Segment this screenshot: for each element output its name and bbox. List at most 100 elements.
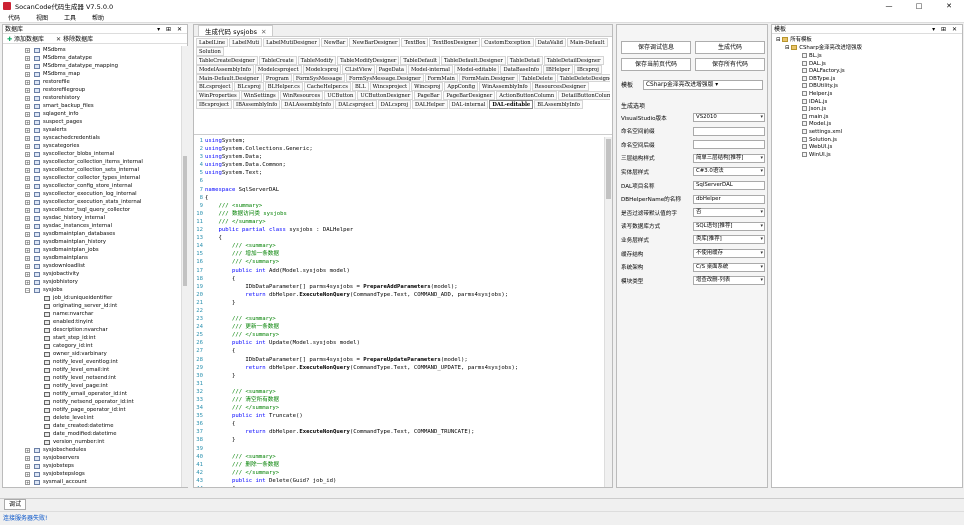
template-tab[interactable]: PageBarDesigner bbox=[443, 91, 496, 101]
database-tree-vscroll[interactable] bbox=[181, 46, 188, 487]
table-node[interactable]: + suspect_pages bbox=[3, 118, 181, 126]
expand-icon[interactable]: + bbox=[25, 247, 30, 253]
column-node[interactable]: delete_level:int bbox=[3, 414, 181, 422]
template-tab[interactable]: Wincsproject bbox=[369, 82, 411, 92]
template-tab[interactable]: BLAssemblyInfo bbox=[534, 100, 583, 110]
template-tab[interactable]: DetailButtonColumn bbox=[558, 91, 610, 101]
option-input[interactable] bbox=[693, 140, 765, 150]
table-node[interactable]: + MSdbms_datatype_mapping bbox=[3, 62, 181, 70]
template-tab[interactable]: LabelMutiDesigner bbox=[263, 38, 320, 47]
template-tab[interactable]: NewBarDesigner bbox=[349, 38, 401, 47]
template-tab[interactable]: TableDeleteDesigner bbox=[556, 73, 610, 83]
collapse-icon[interactable]: − bbox=[25, 287, 30, 293]
table-node[interactable]: + sysjobhistory bbox=[3, 278, 181, 286]
menu-view[interactable]: 视图 bbox=[28, 13, 56, 22]
table-node[interactable]: + syscollector_execution_stats_internal bbox=[3, 198, 181, 206]
template-tree-root[interactable]: ⊟ 所有模板 bbox=[776, 36, 812, 44]
template-tab[interactable]: UCButtonDesigner bbox=[357, 91, 414, 101]
column-node[interactable]: notify_level_email:int bbox=[3, 366, 181, 374]
template-tab[interactable]: NewBar bbox=[320, 38, 349, 47]
panel-pin-icon[interactable]: ▾ ⊞ ✕ bbox=[157, 25, 184, 33]
expand-icon[interactable]: + bbox=[25, 479, 30, 485]
template-tab[interactable]: PageData bbox=[375, 64, 407, 74]
expand-icon[interactable]: + bbox=[25, 255, 30, 261]
expand-icon[interactable]: + bbox=[25, 71, 30, 77]
expand-icon[interactable]: + bbox=[25, 207, 30, 213]
expand-icon[interactable]: + bbox=[25, 103, 30, 109]
template-select[interactable]: CSharp金泽亮改进增强版 ▾ bbox=[643, 79, 763, 90]
close-button[interactable]: ✕ bbox=[934, 0, 964, 12]
table-node[interactable]: + MSdbms bbox=[3, 46, 181, 54]
table-node-expanded[interactable]: − sysjobs bbox=[3, 286, 181, 294]
scroll-thumb[interactable] bbox=[606, 139, 611, 199]
option-input[interactable]: dbHelper bbox=[693, 194, 765, 204]
template-tab[interactable]: IBHelper bbox=[542, 64, 573, 74]
template-tab[interactable]: BLcsproject bbox=[196, 82, 234, 92]
template-tab[interactable]: BLL bbox=[351, 82, 369, 92]
maximize-button[interactable]: □ bbox=[904, 0, 934, 12]
menu-code[interactable]: 代码 bbox=[0, 13, 28, 22]
option-select[interactable]: 不使用缓存 ▾ bbox=[693, 249, 765, 258]
template-tab[interactable]: DALcsproject bbox=[335, 100, 377, 110]
template-tab[interactable]: AppConfig bbox=[444, 82, 479, 92]
table-node[interactable]: + syscollector_collection_sets_internal bbox=[3, 166, 181, 174]
expand-icon[interactable]: + bbox=[25, 271, 30, 277]
option-select[interactable]: 简单三层结构[推荐] ▾ bbox=[693, 153, 765, 163]
table-node[interactable]: + sysdownloadlist bbox=[3, 262, 181, 270]
template-tab[interactable]: LabelLine bbox=[196, 38, 229, 47]
template-tab[interactable]: Wincsproj bbox=[411, 82, 444, 92]
template-tab[interactable]: CustomException bbox=[481, 38, 534, 47]
expand-icon[interactable]: + bbox=[25, 135, 30, 141]
template-tab[interactable]: TableDetail bbox=[506, 55, 543, 65]
expand-icon[interactable]: + bbox=[25, 175, 30, 181]
expand-icon[interactable]: + bbox=[25, 87, 30, 93]
table-node[interactable]: + sysdac_history_internal bbox=[3, 214, 181, 222]
template-tab[interactable]: TableCreate bbox=[258, 55, 297, 65]
option-select[interactable]: VS2010 ▾ bbox=[693, 113, 765, 122]
doc-tab-generate-code[interactable]: 生成代码 sysjobs ✕ bbox=[198, 25, 274, 36]
template-tab[interactable]: Model-internal bbox=[407, 64, 453, 74]
table-node[interactable]: + syscachedcredentials bbox=[3, 134, 181, 142]
option-select[interactable]: SQL语句[推荐] ▾ bbox=[693, 221, 765, 231]
column-node[interactable]: date_modified:datetime bbox=[3, 430, 181, 438]
menu-help[interactable]: 帮助 bbox=[84, 13, 112, 22]
expand-icon[interactable]: + bbox=[25, 95, 30, 101]
option-input[interactable] bbox=[693, 126, 765, 136]
expand-icon[interactable]: + bbox=[25, 239, 30, 245]
option-select[interactable]: C/S 桌面系统 ▾ bbox=[693, 262, 765, 272]
template-tab[interactable]: DataBaseInfo bbox=[500, 64, 542, 74]
expand-icon[interactable]: + bbox=[25, 183, 30, 189]
column-node[interactable]: name:nvarchar bbox=[3, 310, 181, 318]
column-node[interactable]: originating_server_id:int bbox=[3, 302, 181, 310]
expand-icon[interactable]: + bbox=[25, 55, 30, 61]
template-tab[interactable]: TextBoxDesigner bbox=[429, 38, 481, 47]
table-node[interactable]: + sysmail_account bbox=[3, 478, 181, 486]
table-node[interactable]: + sqlagent_info bbox=[3, 110, 181, 118]
column-node[interactable]: start_step_id:int bbox=[3, 334, 181, 342]
expand-icon[interactable]: + bbox=[25, 471, 30, 477]
table-node[interactable]: + restorefilegroup bbox=[3, 86, 181, 94]
column-node[interactable]: notify_level_eventlog:int bbox=[3, 358, 181, 366]
template-tab[interactable]: CacheHelper.cs bbox=[303, 82, 351, 92]
template-tab[interactable]: TableDetailDesigner bbox=[543, 55, 604, 65]
column-node[interactable]: description:nvarchar bbox=[3, 326, 181, 334]
template-tab[interactable]: DALAssemblyInfo bbox=[281, 100, 335, 110]
template-tab[interactable]: Model-editable bbox=[453, 64, 500, 74]
template-tab[interactable]: DataValid bbox=[534, 38, 567, 47]
add-database-button[interactable]: ✚ 添加数据库 bbox=[7, 34, 50, 43]
template-tab[interactable]: TableModify bbox=[297, 55, 337, 65]
menu-tools[interactable]: 工具 bbox=[56, 13, 84, 22]
table-node[interactable]: + MSdbms_datatype bbox=[3, 54, 181, 62]
expand-icon[interactable]: + bbox=[25, 151, 30, 157]
template-tab[interactable]: ModelAssemblyInfo bbox=[196, 64, 254, 74]
template-tab[interactable]: ActionButtonColumn bbox=[496, 91, 558, 101]
column-node[interactable]: category_id:int bbox=[3, 342, 181, 350]
template-tab[interactable]: WinSettings bbox=[240, 91, 279, 101]
table-node[interactable]: + sysdbmaintplan_databases bbox=[3, 230, 181, 238]
template-tab[interactable]: DAL-editable bbox=[489, 100, 534, 110]
code-vscroll[interactable] bbox=[604, 137, 612, 487]
option-select[interactable]: 类库[推荐] ▾ bbox=[693, 235, 765, 245]
scroll-thumb[interactable] bbox=[183, 156, 187, 286]
column-node[interactable]: enabled:tinyint bbox=[3, 318, 181, 326]
debug-tab[interactable]: 调试 bbox=[4, 499, 27, 510]
